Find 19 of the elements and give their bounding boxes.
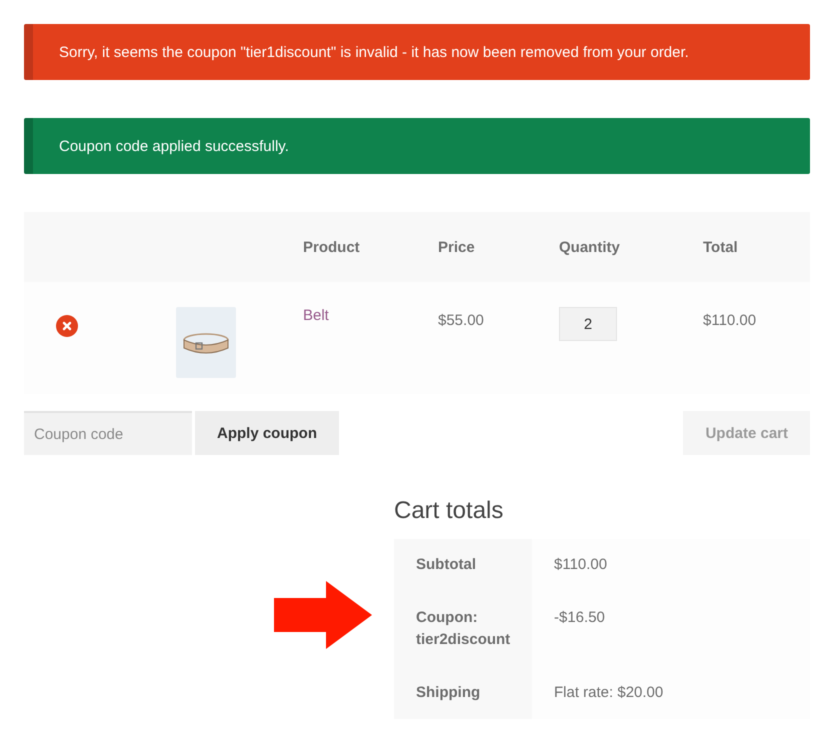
price-cell-text: $55.00 <box>438 311 485 329</box>
column-header: Product <box>303 238 361 256</box>
success-notice: Coupon code applied successfully. <box>24 118 810 174</box>
coupon-field[interactable]: Coupon code <box>24 411 192 455</box>
totals-label: Subtotal <box>394 539 532 592</box>
quantity-field[interactable]: 2 <box>559 307 617 341</box>
apply-coupon-button[interactable]: Apply coupon <box>195 411 339 455</box>
column-header: Price <box>438 238 476 256</box>
remove-icon[interactable] <box>56 315 78 337</box>
product-link[interactable]: Belt <box>303 302 329 324</box>
total-cell-text: $110.00 <box>703 311 758 329</box>
column-header: Total <box>703 238 739 256</box>
cart-totals-title: Cart totals <box>394 497 504 525</box>
belt-thumbnail[interactable] <box>176 307 236 378</box>
column-header: Quantity <box>559 238 621 256</box>
arrow-icon <box>274 581 372 649</box>
error-notice: Sorry, it seems the coupon "tier1discount" is invalid - it has now been removed from your order. <box>24 24 810 80</box>
totals-label: Shipping <box>394 666 532 719</box>
totals-label: Coupon: tier2discount <box>394 592 532 666</box>
